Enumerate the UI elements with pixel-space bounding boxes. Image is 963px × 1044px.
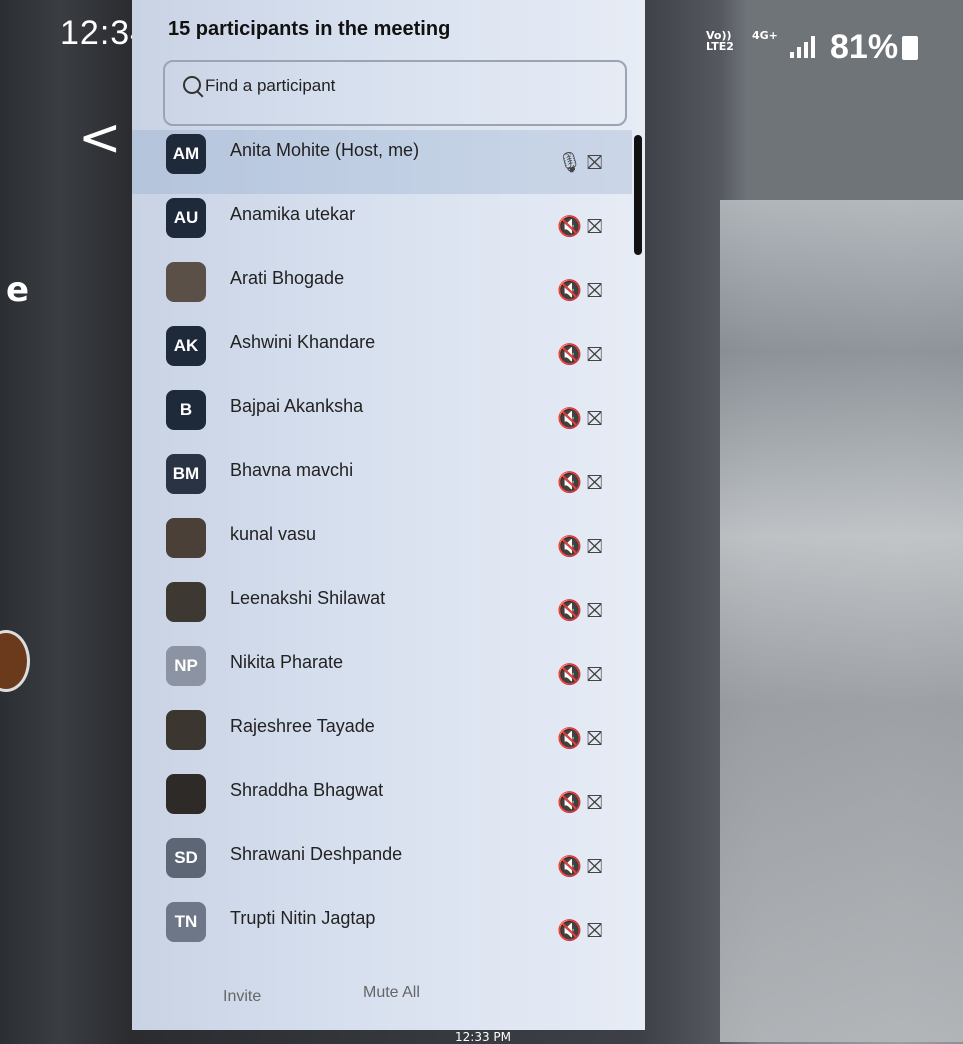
- participant-row[interactable]: kunal vasu 🔇 ⛝: [132, 514, 632, 578]
- camera-off-icon[interactable]: ⛝: [587, 918, 602, 942]
- camera-off-icon[interactable]: ⛝: [587, 854, 602, 878]
- participant-name: Leenakshi Shilawat: [230, 588, 386, 608]
- participant-name: kunal vasu: [230, 524, 317, 544]
- participant-name: Arati Bhogade: [230, 268, 345, 288]
- camera-off-icon[interactable]: ⛝: [587, 598, 602, 622]
- mute-all-button[interactable]: Mute All: [357, 983, 426, 1003]
- avatar: B: [166, 390, 206, 430]
- avatar: TN: [166, 902, 206, 942]
- participant-name: Shraddha Bhagwat: [230, 780, 384, 800]
- camera-off-icon[interactable]: ⛝: [587, 342, 602, 366]
- participant-row[interactable]: Shraddha Bhagwat 🔇 ⛝: [132, 770, 632, 834]
- camera-off-icon[interactable]: ⛝: [587, 214, 602, 238]
- battery-percent: 81%: [830, 28, 899, 66]
- avatar: AM: [166, 134, 206, 174]
- participant-name: Shrawani Deshpande: [230, 844, 403, 864]
- microphone-muted-icon[interactable]: 🔇: [557, 918, 582, 942]
- avatar: SD: [166, 838, 206, 878]
- side-letter: e: [6, 270, 30, 310]
- participant-name: Bhavna mavchi: [230, 460, 354, 480]
- camera-off-icon[interactable]: ⛝: [587, 406, 602, 430]
- microphone-muted-icon[interactable]: 🔇: [557, 662, 582, 686]
- participant-row[interactable]: BM Bhavna mavchi 🔇 ⛝: [132, 450, 632, 514]
- participant-row[interactable]: AM Anita Mohite (Host, me) 🎙 ⛝: [132, 130, 632, 194]
- avatar: AK: [166, 326, 206, 366]
- camera-off-icon[interactable]: ⛝: [587, 790, 602, 814]
- participant-name: Bajpai Akanksha: [230, 396, 364, 416]
- background-video: [720, 200, 963, 1042]
- scrollbar[interactable]: [634, 135, 642, 255]
- camera-off-icon[interactable]: ⛝: [587, 470, 602, 494]
- avatar: BM: [166, 454, 206, 494]
- avatar: AU: [166, 198, 206, 238]
- camera-off-icon[interactable]: ⛝: [587, 534, 602, 558]
- avatar: [166, 262, 206, 302]
- participant-name: Trupti Nitin Jagtap: [230, 908, 376, 928]
- participant-row[interactable]: Arati Bhogade 🔇 ⛝: [132, 258, 632, 322]
- microphone-muted-icon[interactable]: 🔇: [557, 278, 582, 302]
- physical-object: [0, 630, 30, 692]
- microphone-muted-icon[interactable]: 🔇: [557, 854, 582, 878]
- participant-name: Anita Mohite (Host, me): [230, 140, 420, 160]
- microphone-muted-icon[interactable]: 🔇: [557, 406, 582, 430]
- participant-name: Rajeshree Tayade: [230, 716, 375, 736]
- search-placeholder: Find a participant: [205, 76, 336, 95]
- avatar: NP: [166, 646, 206, 686]
- avatar: [166, 774, 206, 814]
- participant-name: Ashwini Khandare: [230, 332, 376, 352]
- network-label: Vo)) LTE2: [706, 30, 734, 52]
- microphone-muted-icon[interactable]: 🔇: [557, 342, 582, 366]
- network-lte: LTE2: [706, 40, 734, 53]
- participant-row[interactable]: B Bajpai Akanksha 🔇 ⛝: [132, 386, 632, 450]
- camera-off-icon[interactable]: ⛝: [587, 150, 602, 174]
- participant-name: Nikita Pharate: [230, 652, 344, 672]
- participant-row[interactable]: Leenakshi Shilawat 🔇 ⛝: [132, 578, 632, 642]
- participant-row[interactable]: SD Shrawani Deshpande 🔇 ⛝: [132, 834, 632, 898]
- network-type: 4G+: [752, 29, 778, 42]
- battery-icon: [902, 36, 918, 60]
- participant-row[interactable]: Rajeshree Tayade 🔇 ⛝: [132, 706, 632, 770]
- microphone-muted-icon[interactable]: 🔇: [557, 534, 582, 558]
- avatar: [166, 518, 206, 558]
- search-icon: [183, 76, 201, 94]
- microphone-icon[interactable]: 🎙: [557, 150, 582, 174]
- participants-count-title: 15 participants in the meeting: [168, 18, 451, 40]
- participant-row[interactable]: TN Trupti Nitin Jagtap 🔇 ⛝: [132, 898, 632, 962]
- signal-icon: [790, 36, 815, 58]
- back-chevron-icon[interactable]: <: [78, 108, 122, 168]
- avatar: [166, 582, 206, 622]
- microphone-muted-icon[interactable]: 🔇: [557, 790, 582, 814]
- participants-footer: Invite Mute All: [132, 975, 632, 1015]
- camera-off-icon[interactable]: ⛝: [587, 278, 602, 302]
- camera-off-icon[interactable]: ⛝: [587, 726, 602, 750]
- search-participant-input[interactable]: Find a participant: [163, 60, 627, 126]
- microphone-muted-icon[interactable]: 🔇: [557, 214, 582, 238]
- camera-off-icon[interactable]: ⛝: [587, 662, 602, 686]
- participant-name: Anamika utekar: [230, 204, 356, 224]
- participant-row[interactable]: AU Anamika utekar 🔇 ⛝: [132, 194, 632, 258]
- microphone-muted-icon[interactable]: 🔇: [557, 470, 582, 494]
- participant-row[interactable]: AK Ashwini Khandare 🔇 ⛝: [132, 322, 632, 386]
- microphone-muted-icon[interactable]: 🔇: [557, 726, 582, 750]
- participant-row[interactable]: NP Nikita Pharate 🔇 ⛝: [132, 642, 632, 706]
- microphone-muted-icon[interactable]: 🔇: [557, 598, 582, 622]
- invite-button[interactable]: Invite: [217, 987, 267, 1007]
- avatar: [166, 710, 206, 750]
